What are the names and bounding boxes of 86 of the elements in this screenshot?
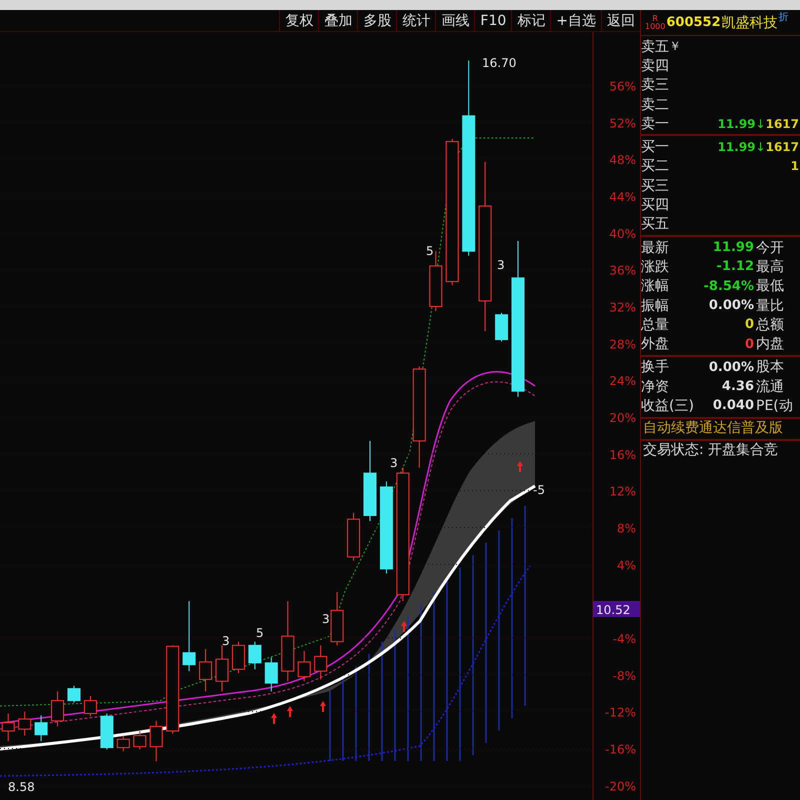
stat-label: 最新 bbox=[641, 238, 669, 257]
stat-value: 11.99 bbox=[712, 240, 755, 256]
order-volume: 1617 bbox=[766, 140, 799, 154]
order-level-label: 买三 bbox=[641, 176, 669, 195]
axis-label: 4% bbox=[616, 558, 636, 572]
up-arrow-icon bbox=[287, 706, 293, 717]
axis-label: 20% bbox=[609, 410, 636, 425]
up-arrow-icon bbox=[401, 621, 407, 632]
stat-label: PE(动 bbox=[756, 396, 794, 415]
stock-tag: 折 bbox=[778, 10, 789, 24]
order-level-label: 买五 bbox=[641, 215, 669, 234]
stat-label: 总量 bbox=[641, 316, 669, 334]
order-level-label: 卖四 bbox=[641, 56, 669, 75]
stat-label: 振幅 bbox=[641, 296, 669, 314]
order-level-label: 卖一 bbox=[641, 114, 669, 133]
order-volume: 1 bbox=[790, 159, 799, 174]
axis-label: 48% bbox=[609, 153, 636, 168]
axis-label: 44% bbox=[609, 190, 636, 204]
stat-label: 流通 bbox=[756, 378, 785, 396]
order-price: 11.99 bbox=[716, 116, 756, 131]
stat-label: 总额 bbox=[756, 316, 785, 334]
order-level-label: 卖五 bbox=[641, 38, 669, 56]
axis-label: -4% bbox=[612, 632, 636, 646]
order-level-label: 卖三 bbox=[641, 76, 669, 94]
stat-label: 最低 bbox=[756, 277, 785, 296]
stat-value: 0 bbox=[744, 317, 755, 332]
down-arrow: ↓ bbox=[756, 116, 766, 131]
axis-label: 28% bbox=[609, 337, 636, 352]
market-label: R bbox=[652, 14, 658, 22]
stat-label: 收益(三) bbox=[641, 396, 694, 415]
stat-value: 4.36 bbox=[720, 379, 755, 394]
axis-label: 12% bbox=[609, 484, 636, 499]
axis-label: -8% bbox=[612, 668, 636, 683]
stat-label: 涨跌 bbox=[641, 258, 669, 276]
axis-label: -12% bbox=[604, 706, 636, 720]
price-marker: 10.52 bbox=[593, 601, 640, 617]
order-level-label: 买四 bbox=[641, 196, 669, 214]
axis-label: 56% bbox=[609, 79, 636, 94]
axis-label: 40% bbox=[609, 226, 636, 241]
axis-label: 52% bbox=[609, 116, 636, 130]
stat-label: 股本 bbox=[756, 358, 785, 376]
order-level-label: 卖二 bbox=[641, 96, 669, 114]
chart-annotation: 3 bbox=[390, 456, 398, 470]
stock-code: 600552 bbox=[666, 15, 721, 30]
chart-annotation: 3 bbox=[322, 612, 330, 626]
stat-label: 量比 bbox=[756, 296, 785, 314]
axis-label: 36% bbox=[609, 264, 636, 278]
chart-annotation: 3 bbox=[222, 634, 230, 648]
stat-value: 0.00% bbox=[708, 298, 755, 313]
chart-annotation: 5 bbox=[256, 626, 264, 640]
order-level-label: 买一 bbox=[641, 138, 669, 156]
chart-annotation: 8.58 bbox=[8, 780, 35, 794]
up-arrow-icon bbox=[320, 701, 326, 712]
stat-label: 今开 bbox=[756, 238, 785, 257]
stat-label: 外盘 bbox=[641, 335, 669, 354]
stock-name: 凯盛科技 bbox=[722, 14, 778, 32]
chart-annotation: 16.70 bbox=[482, 56, 516, 70]
stat-label: 内盘 bbox=[756, 335, 785, 354]
stat-label: 最高 bbox=[756, 258, 785, 276]
order-volume: 1617 bbox=[766, 116, 799, 131]
axis-label: 32% bbox=[609, 300, 636, 314]
axis-label: 16% bbox=[609, 448, 636, 462]
stat-label: 净资 bbox=[641, 378, 669, 396]
chart-annotation: 5 bbox=[426, 244, 434, 258]
axis-label: -20% bbox=[604, 779, 636, 794]
stat-value: -8.54% bbox=[702, 278, 755, 294]
subscription-notice[interactable]: 自动续费通达信普及版 bbox=[641, 418, 800, 441]
axis-label: 24% bbox=[609, 374, 636, 388]
up-arrow-icon bbox=[517, 461, 523, 472]
stat-value: 0.040 bbox=[712, 398, 755, 414]
currency-symbol: ￥ bbox=[669, 38, 681, 56]
up-arrow-icon bbox=[271, 713, 277, 724]
stat-value: 0 bbox=[744, 336, 755, 352]
stat-value: 0.00% bbox=[708, 360, 755, 375]
stat-label: 涨幅 bbox=[641, 277, 669, 296]
order-price: 11.99 bbox=[716, 140, 756, 154]
order-level-label: 买二 bbox=[641, 157, 669, 176]
chart-annotation: 3 bbox=[497, 258, 505, 272]
trade-status: 交易状态: 开盘集合竞 bbox=[642, 440, 780, 460]
axis-label: 8% bbox=[616, 521, 636, 536]
stat-label: 换手 bbox=[641, 358, 669, 376]
market-label: 1000 bbox=[645, 22, 666, 30]
axis-label: -16% bbox=[604, 742, 636, 756]
chart-annotation: -5 bbox=[533, 483, 545, 497]
stat-value: -1.12 bbox=[716, 259, 755, 274]
down-arrow: ↓ bbox=[756, 140, 766, 154]
